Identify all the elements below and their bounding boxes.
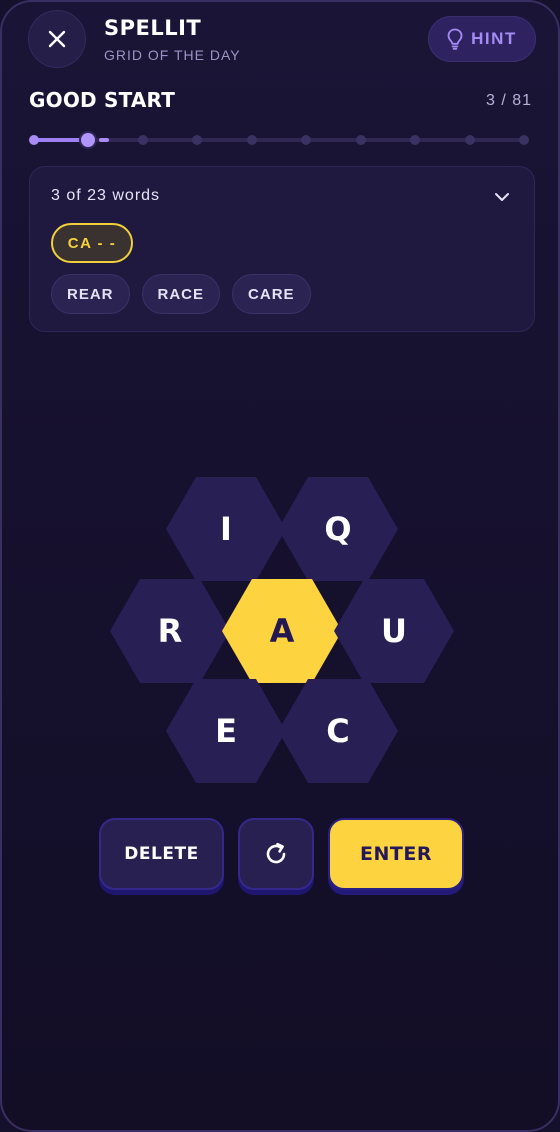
game-title: SPELLIT <box>104 16 202 40</box>
hex-letter: Q <box>324 510 352 548</box>
hex-tile-top-left[interactable]: I <box>166 477 286 581</box>
hex-tile-left[interactable]: R <box>110 579 230 683</box>
progress-marker <box>137 135 148 145</box>
progress-marker <box>301 135 312 145</box>
progress-marker <box>29 135 39 145</box>
hex-tile-top-right[interactable]: Q <box>278 477 398 581</box>
words-count: 3 of 23 words <box>51 187 161 204</box>
game-screen: SPELLIT GRID OF THE DAY HINT GOOD START … <box>0 0 560 1132</box>
shuffle-icon <box>266 842 286 864</box>
found-word-chip: RACE <box>141 274 221 314</box>
hex-tile-bottom-left[interactable]: E <box>166 679 286 783</box>
progress-partial <box>99 138 110 142</box>
close-icon <box>48 30 66 48</box>
hex-letter: E <box>215 712 237 750</box>
chevron-down-icon <box>495 193 509 201</box>
found-words-panel: 3 of 23 words CA - - REAR RACE CARE <box>29 166 535 332</box>
shuffle-button[interactable] <box>238 818 314 890</box>
hint-pattern-chip: CA - - <box>51 223 133 263</box>
progress-marker <box>410 135 421 145</box>
hex-tile-bottom-right[interactable]: C <box>278 679 398 783</box>
lightbulb-icon <box>447 28 463 50</box>
delete-label: DELETE <box>124 844 199 864</box>
hex-tile-center[interactable]: A <box>222 579 342 683</box>
game-subtitle: GRID OF THE DAY <box>104 47 241 63</box>
found-word-chip: REAR <box>51 274 130 314</box>
progress-marker-current <box>81 133 96 147</box>
rank-label: GOOD START <box>29 88 176 112</box>
hex-letter: I <box>220 510 232 548</box>
enter-button[interactable]: ENTER <box>328 818 464 890</box>
found-word-chip: CARE <box>232 274 311 314</box>
progress-marker <box>519 135 529 145</box>
hint-label: HINT <box>471 29 517 48</box>
progress-marker <box>246 135 257 145</box>
found-word-list: REAR RACE CARE <box>51 274 311 314</box>
progress-marker <box>192 135 203 145</box>
hex-letter: A <box>269 612 295 650</box>
progress-marker <box>355 135 366 145</box>
hex-letter: U <box>381 612 407 650</box>
delete-button[interactable]: DELETE <box>99 818 224 890</box>
progress-fill <box>34 138 89 142</box>
expand-button[interactable] <box>494 187 510 206</box>
hex-letter: R <box>157 612 183 650</box>
hex-tile-right[interactable]: U <box>334 579 454 683</box>
close-button[interactable] <box>28 10 86 68</box>
hex-letter: C <box>326 712 350 750</box>
progress-marker <box>464 135 475 145</box>
enter-label: ENTER <box>360 843 432 865</box>
score-counter: 3 / 81 <box>485 92 532 109</box>
hint-button[interactable]: HINT <box>428 16 536 62</box>
